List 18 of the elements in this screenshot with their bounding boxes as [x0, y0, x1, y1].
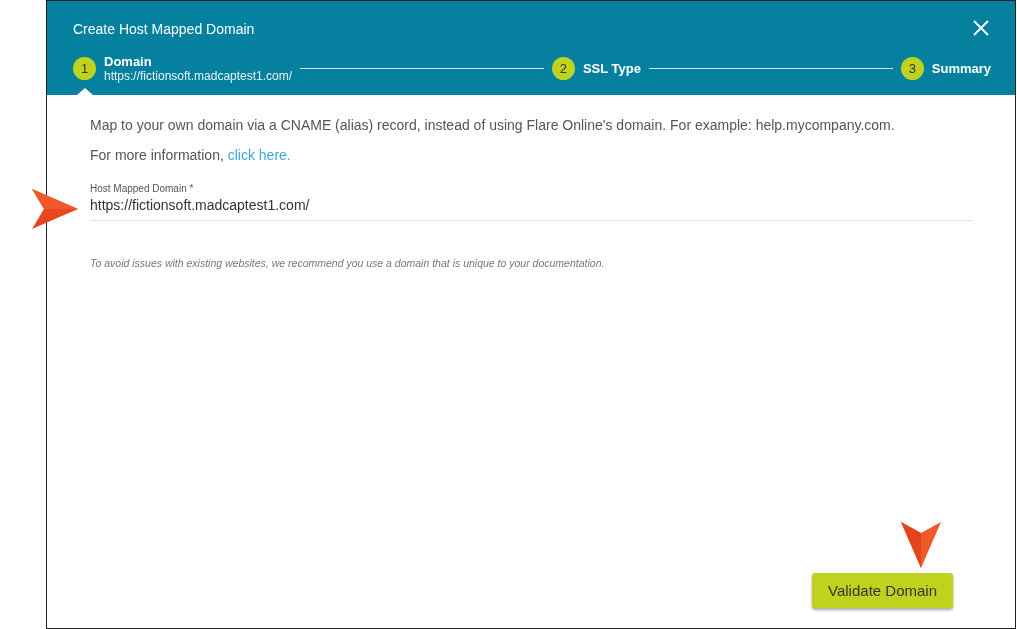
- intro-text: Map to your own domain via a CNAME (alias) record, instead of using Flare Online's domain. For example: help.mycompany.com.: [90, 117, 896, 133]
- step-number: 1: [73, 56, 96, 80]
- step-label: Summary: [931, 60, 991, 76]
- more-info-text: For more information, click here.: [90, 147, 292, 163]
- step-label: Domain: [104, 53, 153, 69]
- step-number: 2: [551, 56, 575, 80]
- callout-arrow-icon: [900, 521, 942, 569]
- close-button[interactable]: [973, 20, 991, 38]
- callout-arrow-icon: [30, 188, 80, 230]
- close-icon: [973, 20, 989, 36]
- field-label: Host Mapped Domain *: [90, 183, 195, 194]
- step-label: SSL Type: [582, 60, 641, 76]
- host-domain-input[interactable]: https://fictionsoft.madcaptest1.com/: [90, 197, 973, 221]
- step-number: 3: [900, 56, 924, 80]
- validate-domain-button[interactable]: Validate Domain: [812, 573, 953, 608]
- hint-text: To avoid issues with existing websites, we recommend you use a domain that is unique to your documentation.: [90, 257, 606, 269]
- dialog-title: Create Host Mapped Domain: [73, 21, 255, 37]
- step-subtitle: https://fictionsoft.madcaptest1.com/: [104, 68, 293, 83]
